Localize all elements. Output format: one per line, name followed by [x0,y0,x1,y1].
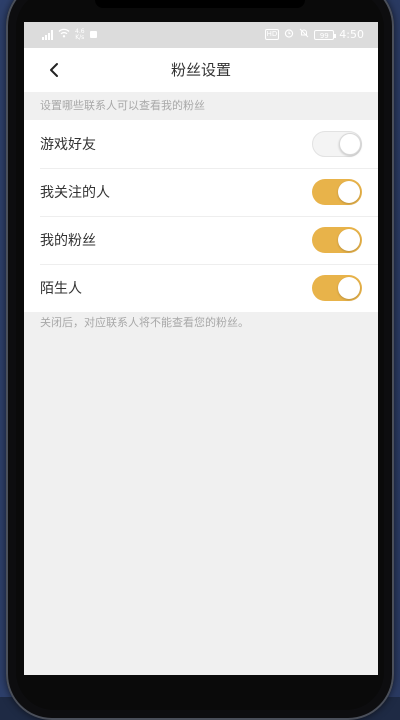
my-fans-toggle[interactable] [312,227,362,253]
setting-row-following: 我关注的人 [24,168,378,216]
wifi-icon [58,28,70,41]
hd-badge: HD [264,29,280,40]
phone-notch [95,0,305,8]
setting-label: 陌生人 [40,281,82,297]
chevron-left-icon [50,63,58,77]
back-button[interactable] [42,58,66,82]
status-time: 4:50 [339,28,364,41]
toggle-knob [339,133,361,155]
footer-note: 关闭后，对应联系人将不能查看您的粉丝。 [40,316,249,329]
mute-icon [299,28,309,41]
setting-label: 游戏好友 [40,137,96,153]
alarm-icon [284,28,294,41]
battery-level: 99 [319,31,329,40]
status-right: HD 99 4:50 [264,28,364,41]
app-screen: 4.6 K/s HD 99 4:50 粉丝设置 设置哪些联系人可以查看我的粉丝 … [24,22,378,675]
game-friends-toggle[interactable] [312,131,362,157]
network-speed: 4.6 K/s [75,28,85,41]
status-left: 4.6 K/s [42,28,97,41]
setting-row-strangers: 陌生人 [24,264,378,312]
toggle-knob [338,181,360,203]
toggle-knob [338,277,360,299]
setting-label: 我关注的人 [40,185,110,201]
setting-label: 我的粉丝 [40,233,96,249]
strangers-toggle[interactable] [312,275,362,301]
signal-icon [42,29,53,40]
toggle-knob [338,229,360,251]
status-bar: 4.6 K/s HD 99 4:50 [24,22,378,48]
following-toggle[interactable] [312,179,362,205]
page-title: 粉丝设置 [170,61,231,79]
battery-icon: 99 [314,29,337,40]
section-hint: 设置哪些联系人可以查看我的粉丝 [40,99,205,112]
settings-list: 游戏好友 我关注的人 我的粉丝 陌生人 [24,120,378,312]
notification-icon [89,31,97,38]
setting-row-game-friends: 游戏好友 [24,120,378,168]
nav-bar: 粉丝设置 [24,48,378,92]
setting-row-my-fans: 我的粉丝 [24,216,378,264]
network-speed-unit: K/s [75,33,85,41]
